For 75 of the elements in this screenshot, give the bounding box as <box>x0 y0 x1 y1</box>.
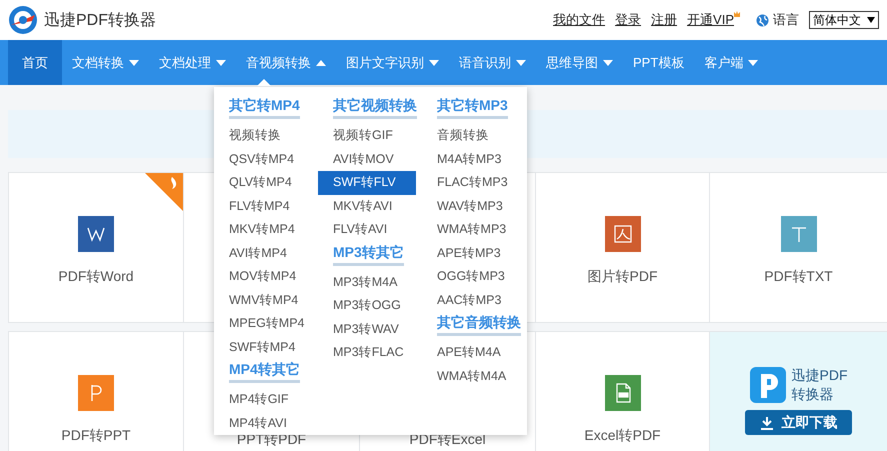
pdf-file-icon <box>604 216 640 252</box>
menu-item[interactable]: FLV转MP4 <box>214 194 312 218</box>
card-label: PDF转PPT <box>61 427 131 445</box>
menu-item[interactable]: APE转MP3 <box>422 242 520 265</box>
menu-item[interactable]: SWF转FLV <box>318 171 416 194</box>
caret-icon <box>216 60 226 66</box>
caret-icon <box>429 60 439 66</box>
card-label: 图片转PDF <box>588 268 658 286</box>
caret-icon <box>748 60 758 66</box>
menu-item[interactable]: AAC转MP3 <box>422 288 520 312</box>
dropdown-arrow-icon <box>867 17 875 23</box>
menu-item[interactable]: M4A转MP3 <box>422 148 520 171</box>
pdf-document-icon <box>604 375 640 411</box>
menu-item[interactable]: MP3转M4A <box>318 270 416 294</box>
site-title: 迅捷PDF转换器 <box>44 10 156 30</box>
globe-icon <box>756 14 769 26</box>
menu-item[interactable]: MKV转AVI <box>318 194 416 218</box>
menu-item[interactable]: AVI转MOV <box>318 148 416 171</box>
menu-item[interactable]: 视频转GIF <box>318 124 416 148</box>
menu-heading: MP4转其它 <box>229 359 300 383</box>
menu-item[interactable]: MPEG转MP4 <box>214 312 312 336</box>
header-link[interactable]: 注册 <box>651 11 678 29</box>
menu-item[interactable]: MP3转FLAC <box>318 341 416 364</box>
menu-item[interactable]: MP4转AVI <box>214 412 312 435</box>
menu-item[interactable]: WMA转M4A <box>422 364 520 388</box>
tool-card[interactable]: 图片转PDF <box>535 172 710 323</box>
menu-item[interactable]: FLAC转MP3 <box>422 171 520 194</box>
menu-heading: 其它视频转换 <box>333 95 417 119</box>
header-link[interactable]: 登录 <box>615 11 642 29</box>
menu-item[interactable]: MP3转OGG <box>318 294 416 318</box>
menu-heading: MP3转其它 <box>333 242 404 266</box>
tool-card[interactable]: Excel转PDF <box>535 331 710 451</box>
language-select[interactable]: 简体中文 <box>809 11 879 29</box>
text-file-icon <box>780 216 816 252</box>
menu-item[interactable]: WMV转MP4 <box>214 288 312 312</box>
tool-card[interactable]: PDF转TXT <box>709 172 887 323</box>
card-label: PDF转TXT <box>764 268 833 286</box>
header-link[interactable]: 开通VIP <box>687 11 734 29</box>
menu-heading: 其它音频转换 <box>437 312 521 336</box>
menu-heading: 其它转MP3 <box>437 95 508 119</box>
menu-item[interactable]: QSV转MP4 <box>214 148 312 171</box>
card-label: PDF转Word <box>58 268 134 286</box>
menu-heading: 其它转MP4 <box>229 95 300 119</box>
download-button[interactable]: 立即下载 <box>745 410 852 435</box>
app-name: 迅捷PDF 转换器 <box>792 366 848 404</box>
menu-item[interactable]: 音频转换 <box>422 124 520 148</box>
word-file-icon <box>78 216 114 252</box>
menu-item[interactable]: APE转M4A <box>422 341 520 364</box>
caret-icon <box>316 60 326 66</box>
crown-icon <box>734 11 740 17</box>
card-label: Excel转PDF <box>584 427 661 445</box>
nav-tab[interactable]: 首页 <box>8 40 62 85</box>
menu-item[interactable]: WMA转MP3 <box>422 218 520 242</box>
download-icon <box>760 416 774 430</box>
logo-icon <box>8 5 38 35</box>
menu-item[interactable]: FLV转AVI <box>318 218 416 242</box>
tool-card[interactable]: PDF转PPT <box>8 331 184 451</box>
language-label: 语言 <box>773 11 799 29</box>
menu-item[interactable]: QLV转MP4 <box>214 171 312 194</box>
header-link[interactable]: 我的文件 <box>553 11 606 29</box>
slides-file-icon <box>78 375 114 411</box>
app-icon <box>750 367 786 403</box>
caret-icon <box>129 60 139 66</box>
caret-icon <box>603 60 613 66</box>
caret-icon <box>516 60 526 66</box>
menu-item[interactable]: 视频转换 <box>214 124 312 148</box>
menu-item[interactable]: MP3转WAV <box>318 318 416 341</box>
menu-item[interactable]: SWF转MP4 <box>214 336 312 359</box>
menu-item[interactable]: MP4转GIF <box>214 388 312 412</box>
menu-item[interactable]: MKV转MP4 <box>214 218 312 242</box>
menu-item[interactable]: MOV转MP4 <box>214 265 312 288</box>
menu-item[interactable]: OGG转MP3 <box>422 265 520 288</box>
tool-card[interactable]: PDF转Word <box>8 172 184 323</box>
menu-item[interactable]: WAV转MP3 <box>422 194 520 218</box>
menu-item[interactable]: AVI转MP4 <box>214 242 312 265</box>
